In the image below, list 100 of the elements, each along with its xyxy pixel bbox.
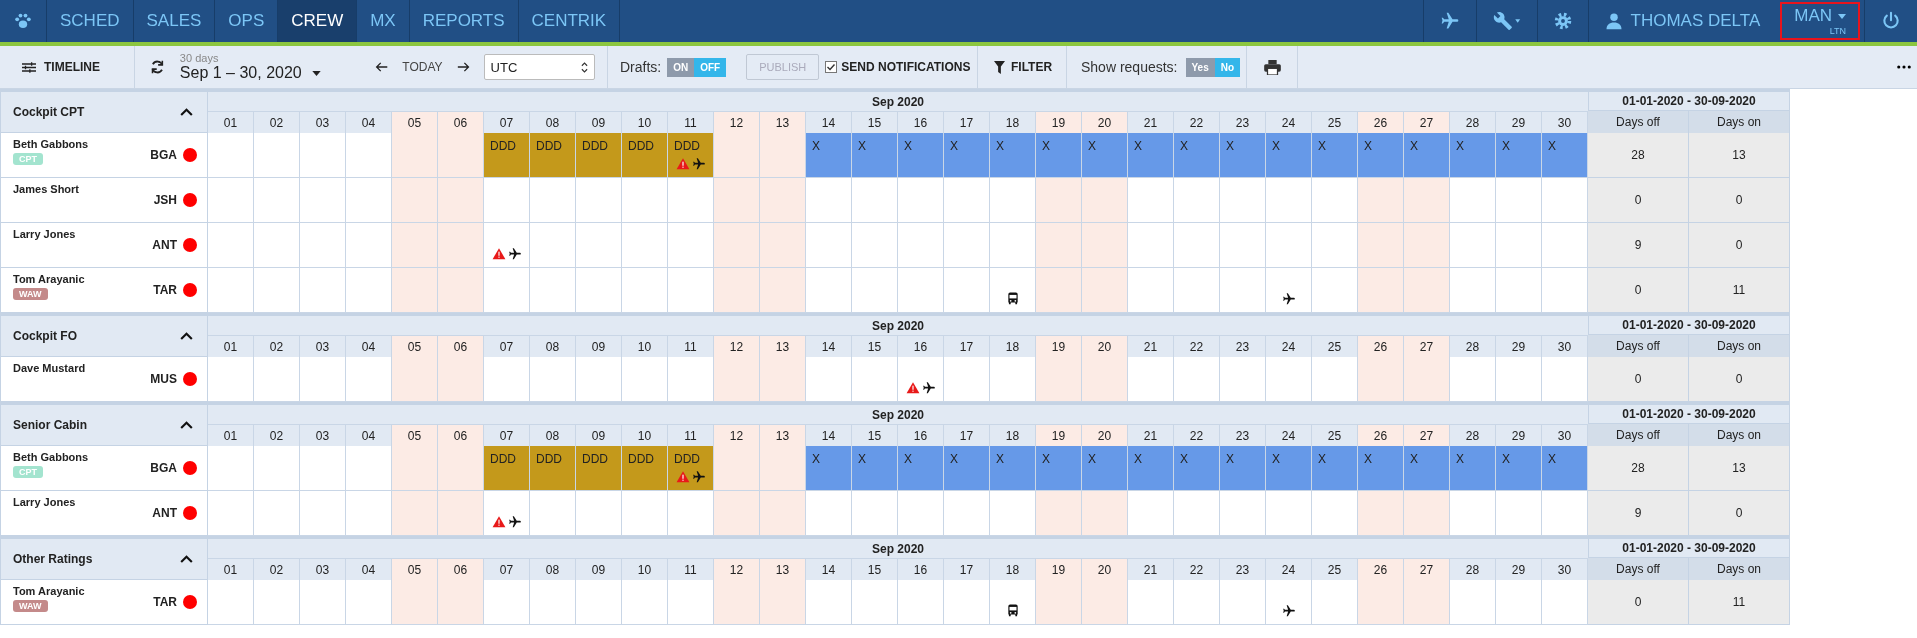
- day-cell[interactable]: [714, 223, 760, 268]
- day-off-cell[interactable]: X: [1542, 133, 1588, 178]
- day-cell[interactable]: [392, 580, 438, 625]
- day-cell[interactable]: [300, 223, 346, 268]
- day-cell[interactable]: [1496, 357, 1542, 402]
- day-cell[interactable]: [1450, 357, 1496, 402]
- nav-tab[interactable]: REPORTS: [409, 0, 519, 42]
- day-off-cell[interactable]: X: [1404, 133, 1450, 178]
- day-cell[interactable]: [300, 580, 346, 625]
- day-cell[interactable]: [208, 268, 254, 313]
- day-off-cell[interactable]: X: [1266, 446, 1312, 491]
- day-off-cell[interactable]: X: [806, 446, 852, 491]
- day-cell[interactable]: [622, 580, 668, 625]
- day-cell[interactable]: [576, 491, 622, 536]
- filter-button[interactable]: FILTER: [990, 56, 1057, 78]
- day-cell[interactable]: [990, 223, 1036, 268]
- day-cell[interactable]: [1542, 223, 1588, 268]
- day-cell[interactable]: [1036, 223, 1082, 268]
- day-cell[interactable]: [898, 178, 944, 223]
- day-cell[interactable]: [1266, 580, 1312, 625]
- day-cell[interactable]: [1174, 223, 1220, 268]
- day-cell[interactable]: [806, 178, 852, 223]
- nav-tab[interactable]: CREW: [278, 0, 358, 42]
- day-cell[interactable]: [1542, 491, 1588, 536]
- day-cell[interactable]: [392, 357, 438, 402]
- day-cell[interactable]: [944, 580, 990, 625]
- day-cell[interactable]: [1450, 223, 1496, 268]
- day-cell[interactable]: [346, 268, 392, 313]
- day-cell[interactable]: [760, 446, 806, 491]
- day-cell[interactable]: [1358, 580, 1404, 625]
- day-cell[interactable]: [438, 268, 484, 313]
- day-cell[interactable]: [668, 491, 714, 536]
- day-cell[interactable]: [898, 357, 944, 402]
- day-cell[interactable]: [300, 178, 346, 223]
- day-cell[interactable]: [346, 357, 392, 402]
- day-cell[interactable]: [484, 357, 530, 402]
- day-cell[interactable]: [1358, 491, 1404, 536]
- day-cell[interactable]: [300, 357, 346, 402]
- day-cell[interactable]: [484, 491, 530, 536]
- day-cell[interactable]: [1266, 178, 1312, 223]
- day-cell[interactable]: [1542, 357, 1588, 402]
- day-cell[interactable]: [1220, 178, 1266, 223]
- day-cell[interactable]: [530, 268, 576, 313]
- day-cell[interactable]: [300, 491, 346, 536]
- day-cell[interactable]: [1128, 580, 1174, 625]
- day-cell[interactable]: [1174, 268, 1220, 313]
- day-cell[interactable]: [1128, 491, 1174, 536]
- day-cell[interactable]: [1542, 178, 1588, 223]
- day-cell[interactable]: [576, 580, 622, 625]
- day-cell[interactable]: [530, 580, 576, 625]
- day-cell[interactable]: [944, 357, 990, 402]
- day-cell[interactable]: [300, 268, 346, 313]
- day-off-cell[interactable]: X: [1220, 133, 1266, 178]
- day-cell[interactable]: [1542, 580, 1588, 625]
- day-cell[interactable]: [484, 223, 530, 268]
- day-cell[interactable]: [208, 357, 254, 402]
- day-cell[interactable]: [438, 357, 484, 402]
- day-cell[interactable]: [1036, 268, 1082, 313]
- day-cell[interactable]: [1496, 178, 1542, 223]
- day-cell[interactable]: [990, 357, 1036, 402]
- day-off-cell[interactable]: X: [1542, 446, 1588, 491]
- day-cell[interactable]: [898, 491, 944, 536]
- day-cell[interactable]: [760, 223, 806, 268]
- day-off-cell[interactable]: X: [1128, 133, 1174, 178]
- day-cell[interactable]: [1174, 491, 1220, 536]
- day-cell[interactable]: [1082, 178, 1128, 223]
- day-cell[interactable]: [1036, 178, 1082, 223]
- day-cell[interactable]: [852, 178, 898, 223]
- day-cell[interactable]: [392, 268, 438, 313]
- arrow-right-icon[interactable]: [456, 60, 470, 74]
- day-off-cell[interactable]: X: [990, 133, 1036, 178]
- day-cell[interactable]: [622, 491, 668, 536]
- day-cell[interactable]: [1450, 580, 1496, 625]
- day-cell[interactable]: [668, 178, 714, 223]
- day-cell[interactable]: [668, 580, 714, 625]
- day-cell[interactable]: [208, 491, 254, 536]
- day-cell[interactable]: [714, 268, 760, 313]
- day-cell[interactable]: [1312, 491, 1358, 536]
- day-off-cell[interactable]: X: [1036, 446, 1082, 491]
- day-cell[interactable]: [990, 178, 1036, 223]
- day-cell[interactable]: [806, 268, 852, 313]
- day-cell[interactable]: [530, 357, 576, 402]
- day-off-cell[interactable]: X: [806, 133, 852, 178]
- day-cell[interactable]: [1220, 580, 1266, 625]
- day-cell[interactable]: [898, 223, 944, 268]
- day-cell[interactable]: [990, 268, 1036, 313]
- day-cell[interactable]: [254, 357, 300, 402]
- day-cell[interactable]: [208, 446, 254, 491]
- day-cell[interactable]: [1220, 223, 1266, 268]
- day-cell[interactable]: [1128, 268, 1174, 313]
- day-cell[interactable]: [852, 491, 898, 536]
- timezone-select[interactable]: UTC: [483, 54, 595, 80]
- day-cell[interactable]: [714, 178, 760, 223]
- day-cell[interactable]: [1266, 491, 1312, 536]
- day-cell[interactable]: [208, 580, 254, 625]
- day-cell[interactable]: [1358, 357, 1404, 402]
- nav-tab[interactable]: SALES: [133, 0, 216, 42]
- day-cell[interactable]: [208, 178, 254, 223]
- day-cell[interactable]: [898, 580, 944, 625]
- day-cell[interactable]: [576, 357, 622, 402]
